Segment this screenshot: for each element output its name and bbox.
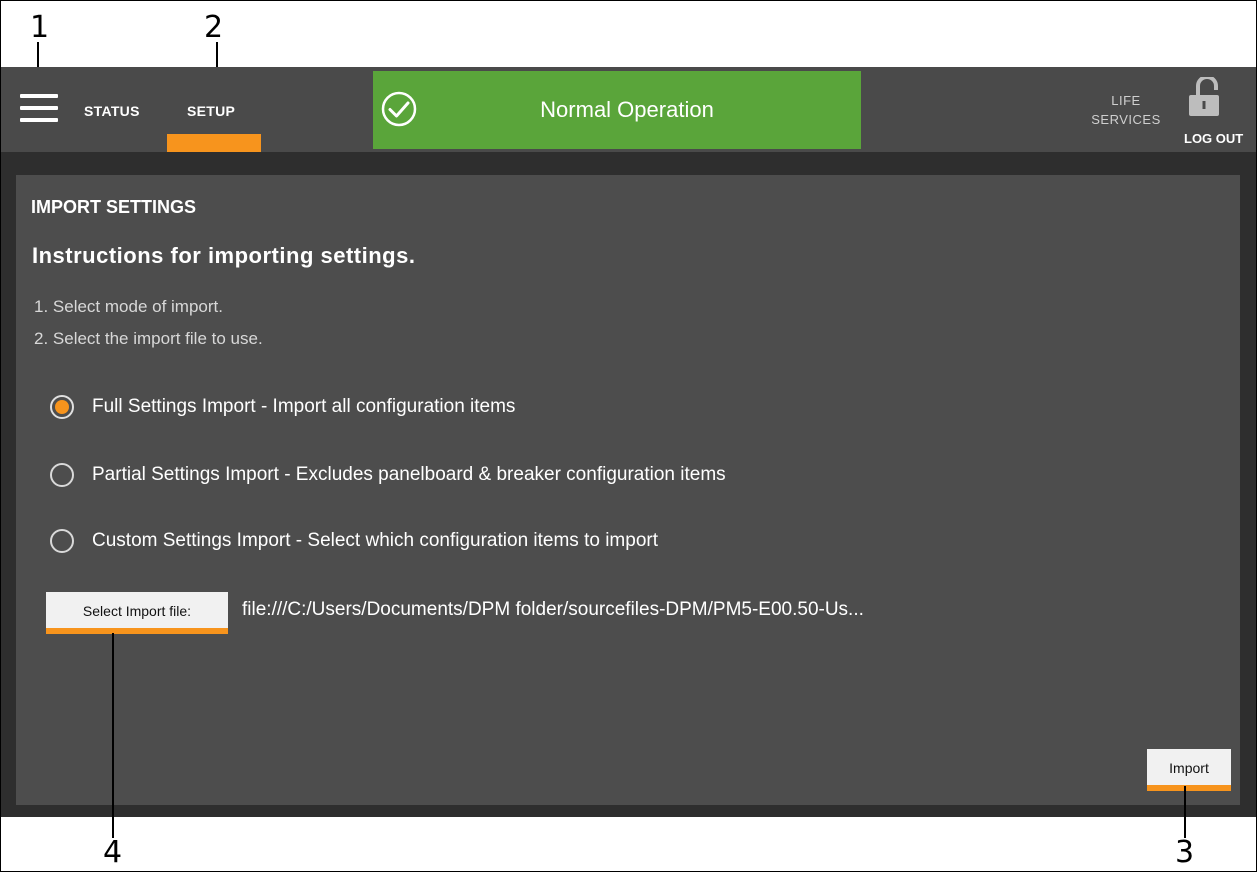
instruction-step-2: 2. Select the import file to use. <box>34 329 263 348</box>
callout-3: 3 <box>1175 835 1195 870</box>
life-services-line1: LIFE <box>1111 93 1141 108</box>
nav-status[interactable]: STATUS <box>84 103 140 119</box>
panel-title: IMPORT SETTINGS <box>31 197 197 217</box>
radio-button[interactable] <box>50 463 74 487</box>
select-import-file-button[interactable]: Select Import file: <box>46 592 228 634</box>
nav-setup[interactable]: SETUP <box>187 103 235 119</box>
status-banner: Normal Operation <box>373 71 861 149</box>
callout-4-line <box>112 633 114 838</box>
radio-partial-import-label: Partial Settings Import - Excludes panel… <box>92 464 726 485</box>
instructions-heading: Instructions for importing settings. <box>32 243 416 268</box>
import-button[interactable]: Import <box>1147 749 1231 791</box>
lock-icon[interactable] <box>1187 77 1221 117</box>
callout-4: 4 <box>103 835 123 870</box>
import-settings-panel: IMPORT SETTINGS Instructions for importi… <box>16 175 1240 805</box>
callout-1: 1 <box>30 10 50 45</box>
menu-icon[interactable] <box>20 94 58 126</box>
header-bar: STATUS SETUP Normal Operation LIFE SERVI… <box>1 67 1256 152</box>
life-services-link[interactable]: LIFE SERVICES <box>1088 91 1164 129</box>
import-file-path: file:///C:/Users/Documents/DPM folder/so… <box>242 599 864 620</box>
status-banner-text: Normal Operation <box>540 97 714 122</box>
callout-3-line <box>1184 786 1186 838</box>
radio-button[interactable] <box>50 529 74 553</box>
life-services-line2: SERVICES <box>1091 112 1161 127</box>
radio-button-selected[interactable] <box>50 395 74 419</box>
nav-setup-active-indicator <box>167 134 261 152</box>
radio-custom-import-label: Custom Settings Import - Select which co… <box>92 530 659 551</box>
radio-full-import-label: Full Settings Import - Import all config… <box>92 396 516 417</box>
instruction-step-1: 1. Select mode of import. <box>34 297 223 316</box>
logout-button[interactable]: LOG OUT <box>1184 131 1243 146</box>
callout-2: 2 <box>204 10 224 45</box>
